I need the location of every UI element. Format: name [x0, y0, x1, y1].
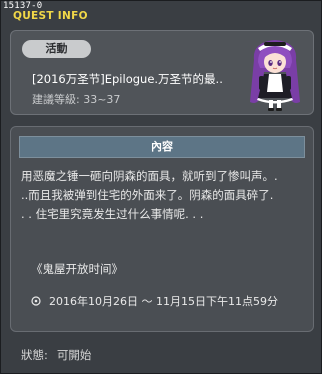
event-schedule-heading: 《鬼屋开放时间》: [31, 262, 123, 276]
quest-type-badge: 活動: [22, 40, 91, 58]
content-header: 內容: [19, 136, 305, 158]
quest-description: 用恶魔之锤一砸向阴森的面具，就听到了惨叫声。. ..而且我被弹到住宅的外面来了。…: [21, 167, 311, 224]
status-label: 狀態:: [21, 348, 48, 362]
quest-summary-panel: 活動 [2016万圣节]Epilogue.万圣节的最.. 建議等級: 33~37: [10, 30, 314, 115]
description-line: ..而且我被弹到住宅的外面来了。阴森的面具碎了.: [21, 188, 274, 202]
recommended-level: 建議等級: 33~37: [32, 93, 121, 106]
quest-title: [2016万圣节]Epilogue.万圣节的最..: [32, 72, 223, 86]
description-line: 用恶魔之锤一砸向阴森的面具，就听到了惨叫声。.: [21, 169, 278, 183]
status-value: 可開始: [56, 348, 92, 362]
event-period-text: 2016年10月26日 ～ 11月15日下午11点59分: [49, 295, 278, 308]
quest-info-window: 15137-0 QUEST INFO 活動 [2016万圣节]Epilogue.…: [0, 0, 322, 374]
clock-icon: [31, 296, 41, 306]
event-period: 2016年10月26日 ～ 11月15日下午11点59分: [31, 293, 278, 309]
window-title[interactable]: QUEST INFO: [13, 10, 88, 22]
npc-portrait-icon: [250, 40, 300, 111]
quest-status: 狀態: 可開始: [21, 347, 100, 363]
description-line: . . 住宅里究竟发生过什么事情呢. . .: [21, 207, 204, 221]
